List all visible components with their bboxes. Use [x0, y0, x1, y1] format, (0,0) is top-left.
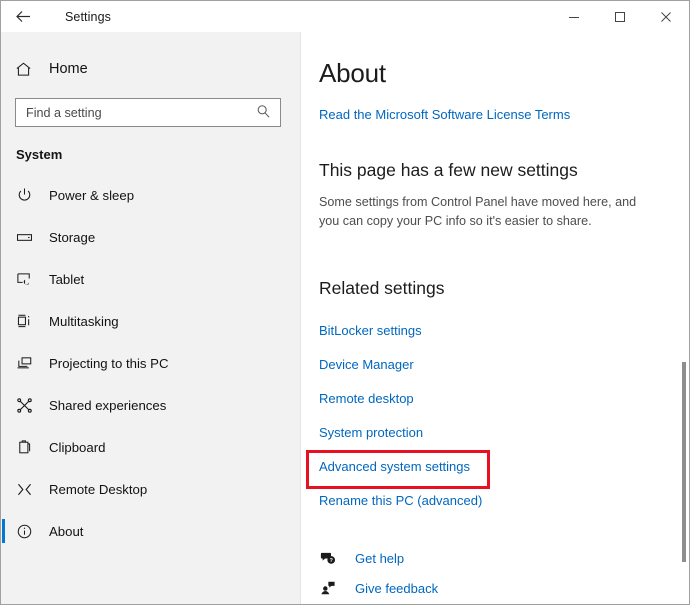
- rename-this-pc-link[interactable]: Rename this PC (advanced): [319, 493, 482, 508]
- sidebar-nav-list: Power & sleep Storage Tablet Multitaskin…: [1, 174, 300, 552]
- sidebar-item-remote-desktop[interactable]: Remote Desktop: [1, 468, 300, 510]
- sidebar-item-label: Storage: [49, 229, 96, 245]
- sidebar-item-projecting-to-this-pc[interactable]: Projecting to this PC: [1, 342, 300, 384]
- related-link-row[interactable]: System protection: [302, 415, 689, 449]
- search-icon[interactable]: [256, 104, 271, 124]
- sidebar-item-shared-experiences[interactable]: Shared experiences: [1, 384, 300, 426]
- advanced-system-settings-link[interactable]: Advanced system settings: [319, 459, 470, 474]
- get-help-icon: ?: [320, 548, 352, 568]
- scrollbar-thumb[interactable]: [682, 362, 686, 562]
- sidebar-item-label: Remote Desktop: [49, 481, 148, 497]
- sidebar-item-label: Projecting to this PC: [49, 355, 169, 371]
- sidebar-item-multitasking[interactable]: Multitasking: [1, 300, 300, 342]
- page-title: About: [319, 58, 386, 88]
- sidebar-item-label: Clipboard: [49, 439, 106, 455]
- related-link-row[interactable]: Device Manager: [302, 347, 689, 381]
- clipboard-icon: [16, 437, 45, 457]
- sidebar-item-tablet[interactable]: Tablet: [1, 258, 300, 300]
- search-input[interactable]: [16, 99, 244, 126]
- maximize-icon[interactable]: [597, 1, 643, 32]
- content-pane: About Read the Microsoft Software Licens…: [302, 32, 689, 604]
- help-links-list: ? Get help Give feedback: [302, 543, 689, 603]
- license-terms-link[interactable]: Read the Microsoft Software License Term…: [319, 107, 570, 122]
- title-bar: Settings: [1, 1, 689, 32]
- svg-text:?: ?: [330, 558, 333, 564]
- sidebar: Home System Power & sleep: [1, 32, 301, 604]
- sidebar-item-label: Tablet: [49, 271, 85, 287]
- app-title: Settings: [65, 9, 111, 24]
- minimize-icon[interactable]: [551, 1, 597, 32]
- search-box[interactable]: [15, 98, 281, 127]
- get-help-link[interactable]: Get help: [355, 551, 404, 566]
- related-settings-list: BitLocker settings Device Manager Remote…: [302, 313, 689, 517]
- info-icon: [16, 521, 45, 541]
- sidebar-item-storage[interactable]: Storage: [1, 216, 300, 258]
- home-icon: [15, 61, 45, 78]
- power-icon: [16, 185, 45, 205]
- sidebar-item-home[interactable]: Home: [1, 51, 300, 87]
- tablet-icon: [16, 269, 45, 289]
- sidebar-item-power-sleep[interactable]: Power & sleep: [1, 174, 300, 216]
- remote-desktop-link[interactable]: Remote desktop: [319, 391, 414, 406]
- remote-desktop-icon: [16, 479, 45, 499]
- sidebar-item-label: Power & sleep: [49, 187, 135, 203]
- sidebar-item-label: Shared experiences: [49, 397, 167, 413]
- sidebar-group-title: System: [16, 147, 63, 162]
- get-help-row[interactable]: ? Get help: [302, 543, 689, 573]
- storage-icon: [16, 227, 45, 247]
- settings-window: Settings Home Find a setting System Powe…: [0, 0, 690, 605]
- multitasking-icon: [16, 311, 45, 331]
- window-controls: [551, 1, 689, 32]
- sidebar-item-label: Home: [49, 61, 88, 77]
- related-settings-heading: Related settings: [319, 278, 445, 298]
- projecting-icon: [16, 353, 45, 373]
- bitlocker-settings-link[interactable]: BitLocker settings: [319, 323, 422, 338]
- selection-accent-bar: [2, 519, 5, 543]
- related-link-row[interactable]: BitLocker settings: [302, 313, 689, 347]
- related-link-row-highlighted[interactable]: Advanced system settings: [302, 449, 689, 489]
- give-feedback-icon: [320, 578, 352, 598]
- related-link-row[interactable]: Remote desktop: [302, 381, 689, 415]
- system-protection-link[interactable]: System protection: [319, 425, 423, 440]
- vertical-scrollbar[interactable]: [680, 32, 688, 604]
- give-feedback-link[interactable]: Give feedback: [355, 581, 438, 596]
- back-arrow-icon[interactable]: [1, 1, 45, 32]
- device-manager-link[interactable]: Device Manager: [319, 357, 414, 372]
- give-feedback-row[interactable]: Give feedback: [302, 573, 689, 603]
- shared-experiences-icon: [16, 395, 45, 415]
- sidebar-item-about[interactable]: About: [1, 510, 300, 552]
- sidebar-item-label: About: [49, 523, 84, 539]
- sidebar-item-label: Multitasking: [49, 313, 119, 329]
- close-icon[interactable]: [643, 1, 689, 32]
- new-settings-body: Some settings from Control Panel have mo…: [319, 195, 637, 228]
- new-settings-heading: This page has a few new settings: [319, 160, 578, 180]
- related-link-row[interactable]: Rename this PC (advanced): [302, 483, 689, 517]
- sidebar-item-clipboard[interactable]: Clipboard: [1, 426, 300, 468]
